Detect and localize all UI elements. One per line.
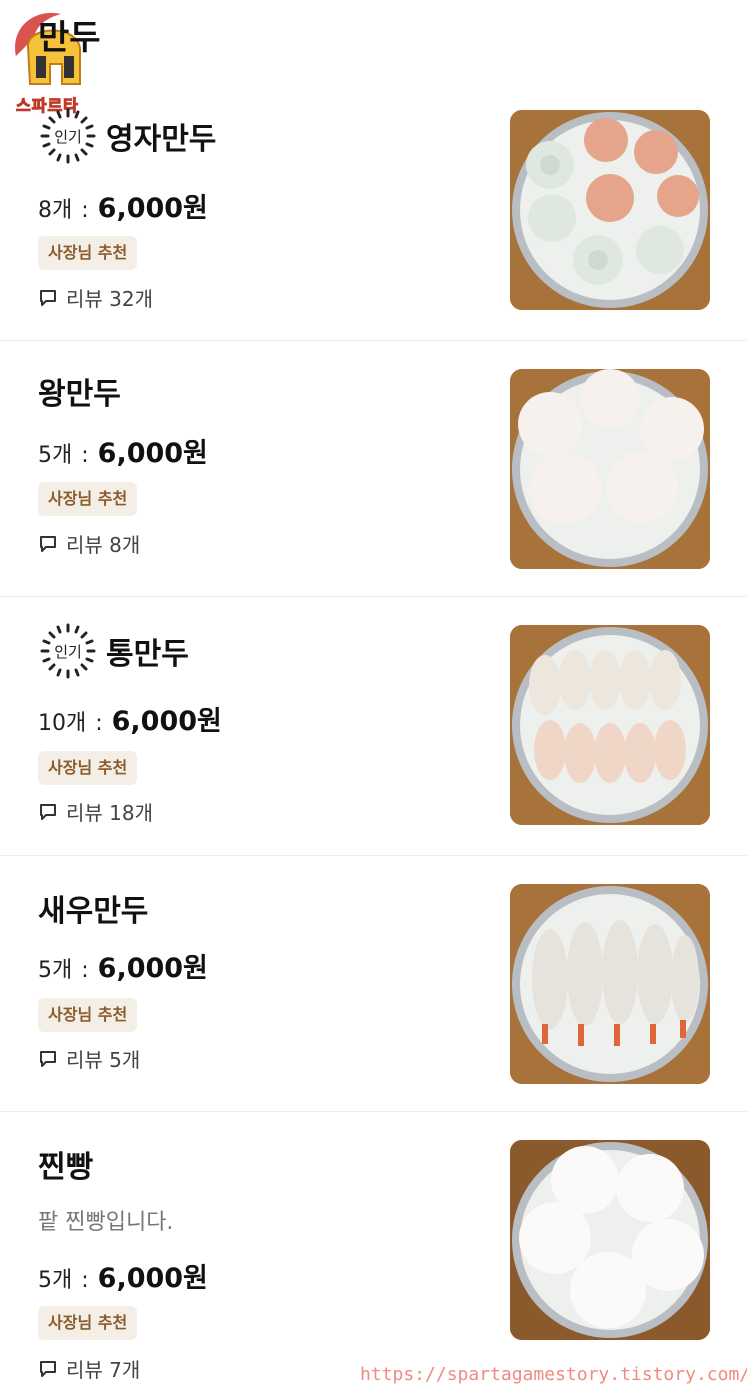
review-count: 리뷰 7개: [66, 1358, 141, 1382]
item-price: 10개 : 6,000원: [38, 706, 222, 737]
item-name-row: 새우만두: [38, 886, 148, 930]
menu-item[interactable]: 왕만두 5개 : 6,000원 사장님 추천 리뷰 8개: [0, 341, 747, 597]
item-name: 찐빵: [38, 1150, 94, 1185]
item-name: 통만두: [106, 637, 189, 672]
recommend-tag: 사장님 추천: [38, 236, 138, 270]
review-link[interactable]: 리뷰 5개: [38, 1044, 140, 1073]
price-value: 6,000원: [97, 193, 208, 224]
recommend-tag: 사장님 추천: [38, 482, 138, 516]
food-photo[interactable]: [510, 369, 710, 569]
food-photo[interactable]: [510, 110, 710, 310]
item-name-row: 찐빵: [38, 1142, 93, 1186]
review-count: 리뷰 5개: [66, 1048, 141, 1072]
popular-label: 인기: [54, 127, 82, 146]
review-count: 리뷰 18개: [66, 801, 154, 825]
review-count: 리뷰 8개: [66, 533, 141, 557]
item-name: 왕만두: [38, 377, 121, 412]
item-quantity: 5개: [38, 1268, 73, 1293]
item-quantity: 5개: [38, 958, 73, 983]
price-value: 6,000원: [97, 953, 208, 984]
menu-item[interactable]: 인기 통만두 10개 : 6,000원 사장님 추천 리뷰 18개: [0, 597, 747, 856]
menu-item[interactable]: 찐빵 팥 찐빵입니다. 5개 : 6,000원 사장님 추천 리뷰 7개: [0, 1112, 747, 1400]
comment-icon: [40, 803, 56, 820]
comment-icon: [40, 1050, 56, 1067]
food-photo[interactable]: [510, 625, 710, 825]
item-price: 5개 : 6,000원: [38, 438, 208, 469]
item-name-row: 인기 영자만두: [38, 106, 216, 166]
popular-badge: 인기: [38, 106, 98, 166]
item-price: 5개 : 6,000원: [38, 1263, 208, 1294]
comment-icon: [40, 1360, 56, 1377]
menu-page: 스파르타 만두 인기 영자만두 8개: 6,000원 사장님 추천 리뷰 32…: [0, 0, 747, 1400]
recommend-tag: 사장님 추천: [38, 751, 138, 785]
review-link[interactable]: 리뷰 32개: [38, 283, 153, 312]
item-price: 8개 : 6,000원: [38, 193, 208, 224]
recommend-tag: 사장님 추천: [38, 998, 138, 1032]
watermark-url: https://spartagamestory.tistory.com/: [360, 1364, 747, 1385]
item-quantity: 8개: [38, 198, 73, 223]
popular-badge: 인기: [38, 621, 98, 681]
food-photo[interactable]: [510, 884, 710, 1084]
item-name-row: 인기 통만두: [38, 621, 189, 681]
popular-label: 인기: [54, 642, 82, 661]
item-quantity: 5개: [38, 443, 73, 468]
item-name: 새우만두: [38, 894, 149, 929]
price-value: 6,000원: [97, 438, 208, 469]
menu-item[interactable]: 새우만두 5개 : 6,000원 사장님 추천 리뷰 5개: [0, 856, 747, 1112]
comment-icon: [40, 289, 56, 306]
price-value: 6,000원: [111, 706, 222, 737]
price-value: 6,000원: [97, 1263, 208, 1294]
recommend-tag: 사장님 추천: [38, 1306, 138, 1340]
review-link[interactable]: 리뷰 7개: [38, 1354, 140, 1383]
item-quantity: 10개: [38, 711, 87, 736]
comment-icon: [40, 535, 56, 552]
item-name: 영자만두: [106, 122, 217, 157]
review-count: 리뷰 32개: [66, 287, 154, 311]
section-title: 만두: [38, 18, 101, 58]
item-name-row: 왕만두: [38, 369, 121, 413]
item-price: 5개 : 6,000원: [38, 953, 208, 984]
food-photo[interactable]: [510, 1140, 710, 1340]
review-link[interactable]: 리뷰 18개: [38, 797, 153, 826]
review-link[interactable]: 리뷰 8개: [38, 529, 140, 558]
item-description: 팥 찐빵입니다.: [38, 1210, 174, 1235]
menu-item[interactable]: 인기 영자만두 8개 : 6,000원 사장님 추천 리뷰 32개: [0, 86, 747, 341]
